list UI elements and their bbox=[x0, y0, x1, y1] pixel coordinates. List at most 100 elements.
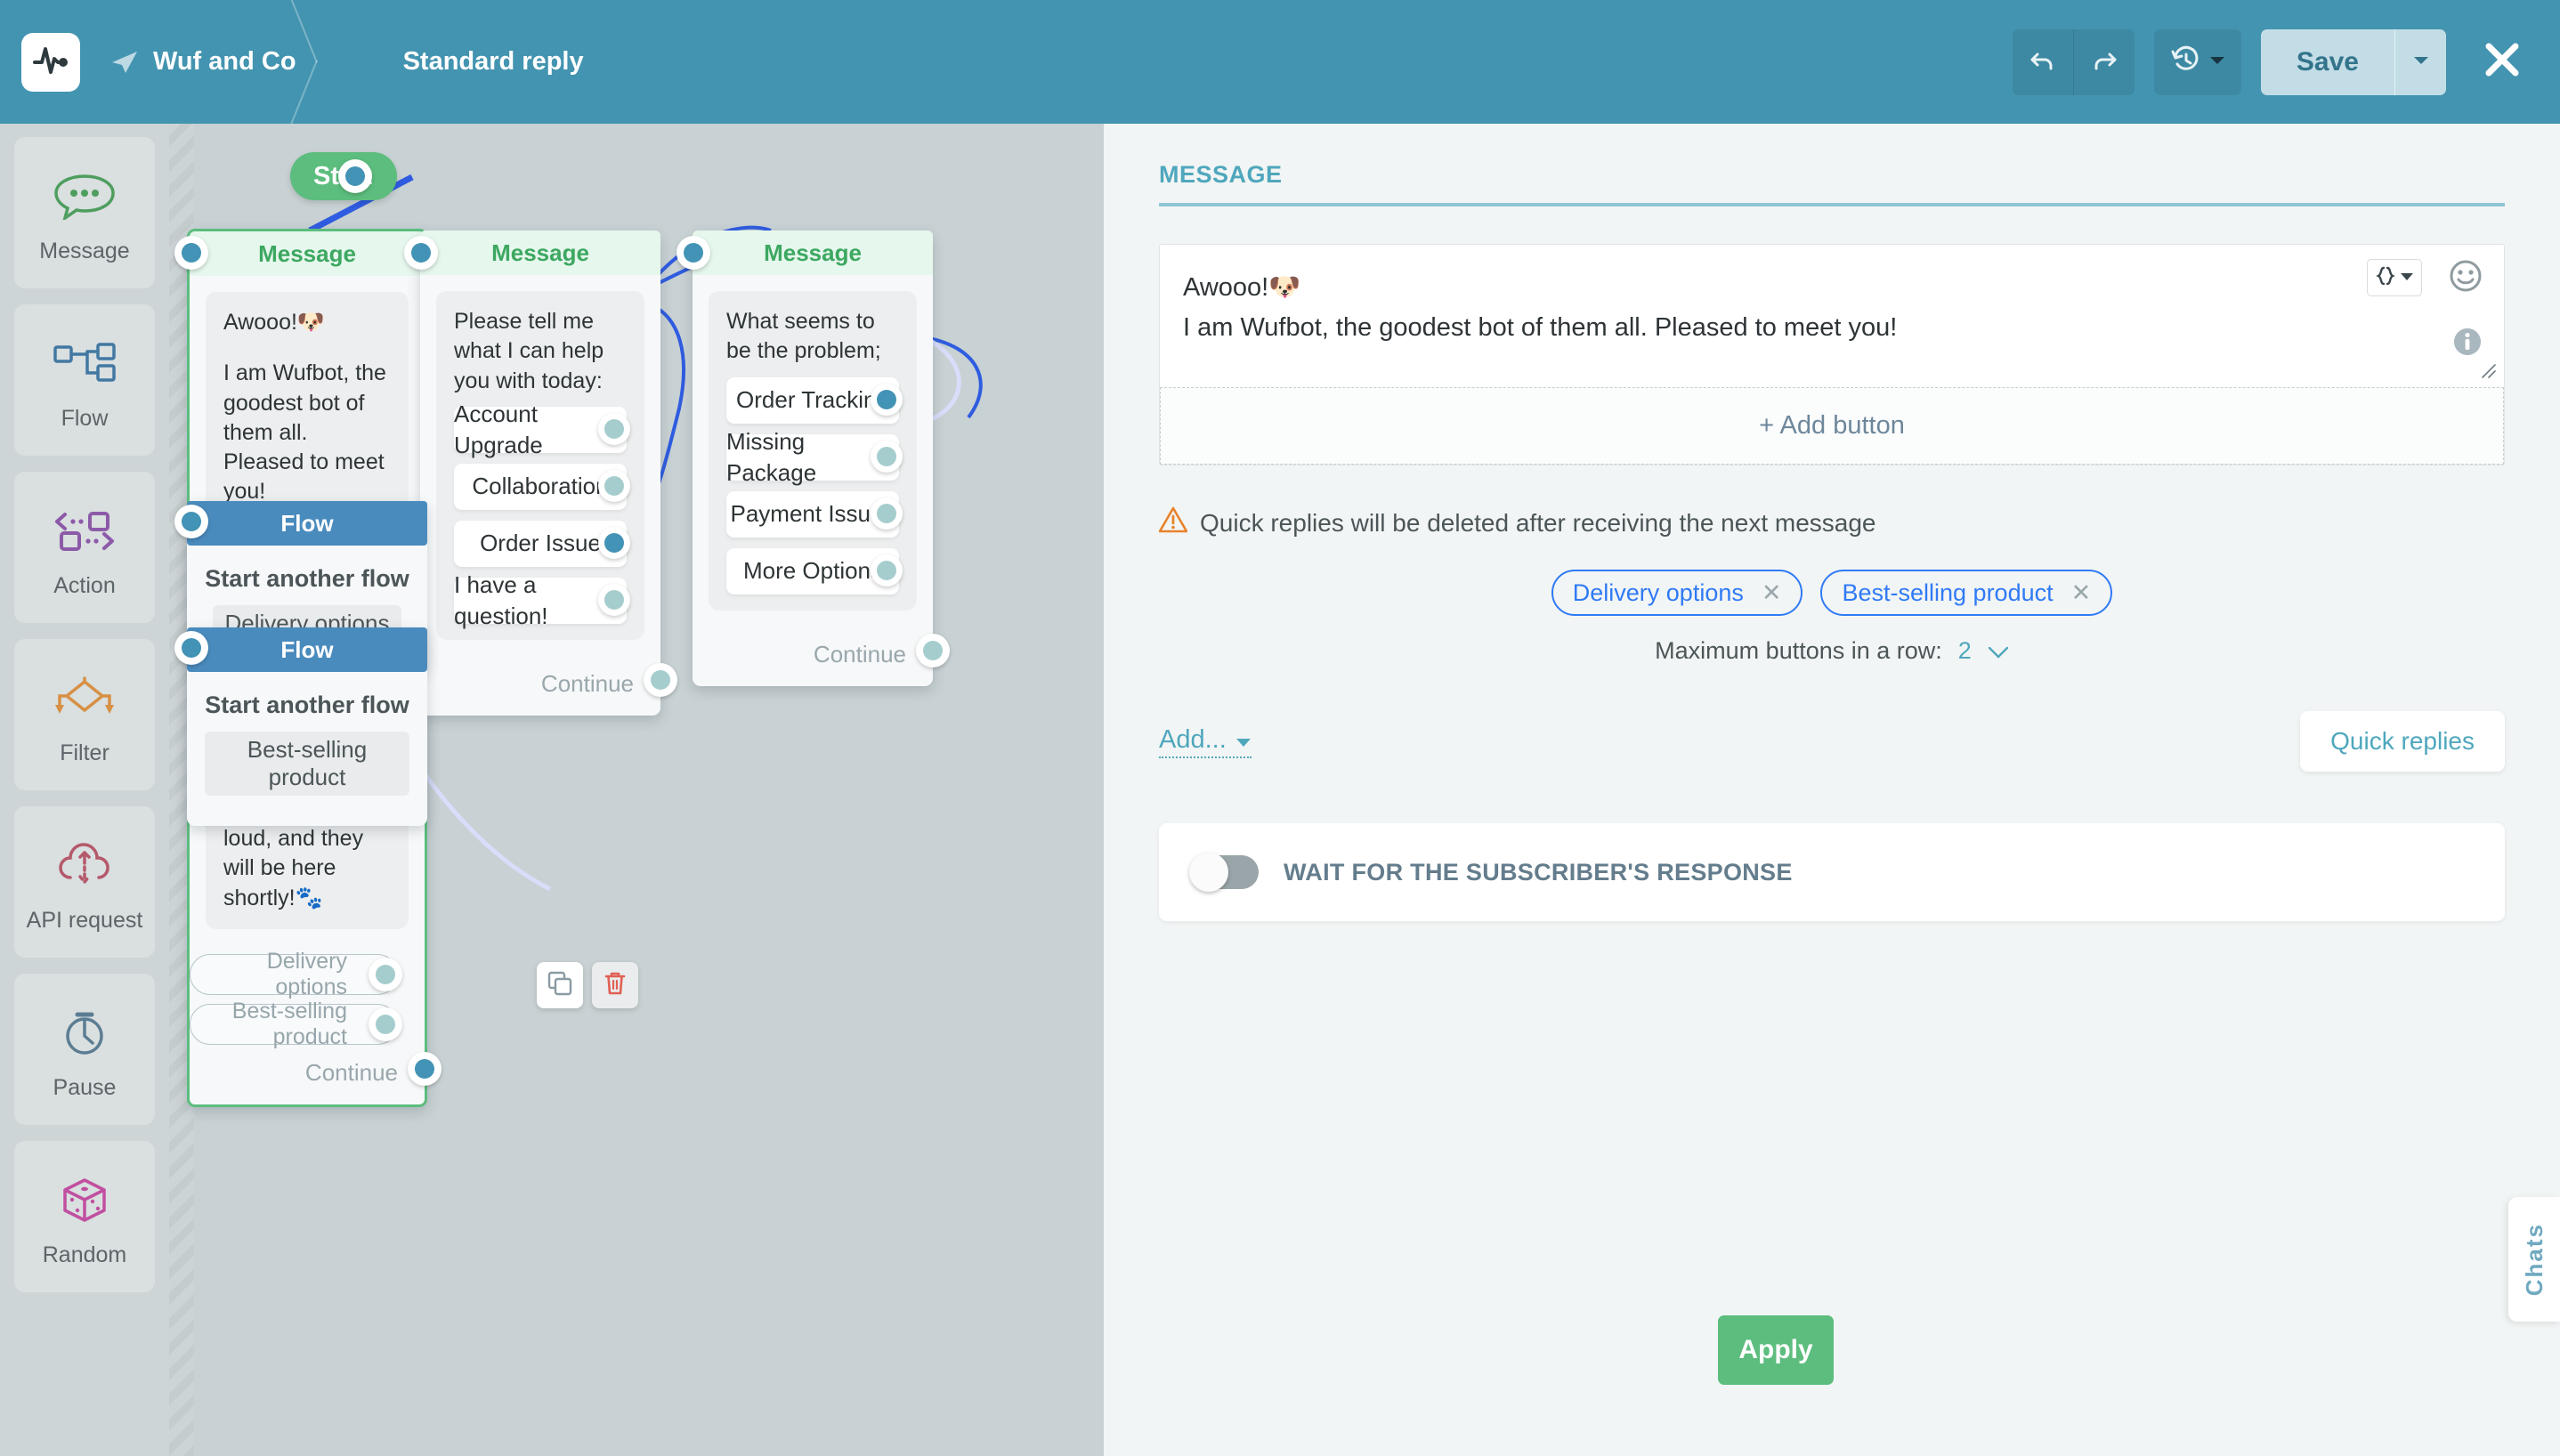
message-paragraph: Awooo!🐶 bbox=[223, 310, 326, 335]
flow-node-2-input-port[interactable] bbox=[174, 631, 208, 665]
x-icon[interactable]: ✕ bbox=[1762, 579, 1782, 607]
quick-replies-warning: Quick replies will be deleted after rece… bbox=[1158, 506, 2505, 539]
sidebar-item-action[interactable]: Action bbox=[14, 472, 155, 623]
choice-output-port[interactable] bbox=[598, 469, 630, 502]
sidebar-item-filter[interactable]: Filter bbox=[14, 639, 155, 790]
sidebar-item-message[interactable]: Message bbox=[14, 137, 155, 288]
message-node-2-input-port[interactable] bbox=[404, 236, 438, 270]
sidebar-item-api-request[interactable]: API request bbox=[14, 806, 155, 958]
flow-node-body: Start another flow Best-selling product bbox=[187, 672, 427, 826]
choice-button[interactable]: Order Tracking bbox=[726, 376, 903, 424]
copy-node-button[interactable] bbox=[537, 962, 583, 1008]
app-logo[interactable] bbox=[21, 32, 80, 92]
node-continue-row: Continue bbox=[420, 656, 677, 716]
max-buttons-value[interactable]: 2 bbox=[1958, 637, 1972, 665]
choice-button[interactable]: Account Upgrade bbox=[454, 400, 630, 458]
apply-button[interactable]: Apply bbox=[1718, 1315, 1834, 1385]
resize-grip-icon[interactable] bbox=[2479, 361, 2497, 384]
add-button[interactable]: + Add button bbox=[1160, 387, 2504, 465]
message-paragraph: I am Wufbot, the goodest bot of them all… bbox=[223, 360, 386, 505]
sidebar-item-label: Filter bbox=[60, 740, 109, 765]
save-dropdown-button[interactable] bbox=[2394, 28, 2446, 95]
breadcrumb-flow: Standard reply bbox=[403, 47, 584, 77]
message-node-3[interactable]: Message What seems to be the problem; Or… bbox=[693, 231, 950, 686]
flow-node-1-input-port[interactable] bbox=[174, 505, 208, 538]
node-quick-reply-label: Best-selling product bbox=[231, 998, 347, 1049]
delete-node-button[interactable] bbox=[592, 962, 638, 1008]
sidebar-item-pause[interactable]: Pause bbox=[14, 974, 155, 1125]
info-circle-icon bbox=[2452, 328, 2483, 360]
message-node-3-input-port[interactable] bbox=[676, 236, 710, 270]
undo-icon bbox=[2028, 44, 2058, 79]
choice-output-port[interactable] bbox=[871, 440, 903, 473]
choice-label: Order Tracking bbox=[736, 386, 889, 414]
panel-section-rule bbox=[1159, 203, 2505, 206]
emoji-picker-button[interactable] bbox=[2449, 259, 2483, 297]
breadcrumb: Wuf and Co Standard reply bbox=[110, 0, 584, 124]
flow-tree-icon bbox=[51, 329, 118, 397]
choice-output-port[interactable] bbox=[871, 383, 903, 416]
add-dropdown-button[interactable]: Add... bbox=[1159, 725, 1252, 758]
close-x-icon bbox=[2483, 41, 2521, 83]
sidebar-item-random[interactable]: Random bbox=[14, 1141, 155, 1292]
message-textarea[interactable]: Awooo!🐶 I am Wufbot, the goodest bot of … bbox=[1183, 268, 2370, 348]
quick-reply-chip-row: Delivery options ✕ Best-selling product … bbox=[1159, 570, 2505, 616]
top-bar-actions: Save bbox=[2012, 28, 2533, 95]
redo-button[interactable] bbox=[2073, 28, 2135, 95]
panel-section-title: MESSAGE bbox=[1159, 161, 1283, 188]
chat-bubble-icon bbox=[51, 162, 118, 230]
sidebar-item-label: Flow bbox=[61, 405, 109, 431]
node-quick-reply[interactable]: Best-selling product bbox=[190, 999, 402, 1049]
quick-reply-chip-label: Delivery options bbox=[1572, 578, 1744, 606]
choice-output-port[interactable] bbox=[598, 526, 630, 559]
chats-tab[interactable]: Chats bbox=[2508, 1197, 2560, 1322]
warning-triangle-icon bbox=[1158, 506, 1188, 539]
choice-button[interactable]: Collaboration bbox=[454, 463, 630, 510]
continue-output-port[interactable] bbox=[916, 633, 950, 667]
action-arrows-icon bbox=[51, 497, 118, 564]
add-dropdown-label: Add... bbox=[1159, 724, 1227, 754]
start-output-port[interactable] bbox=[338, 159, 372, 193]
choice-button[interactable]: More Options bbox=[726, 547, 903, 595]
save-button[interactable]: Save bbox=[2260, 28, 2394, 95]
close-button[interactable] bbox=[2471, 31, 2533, 93]
message-info-button[interactable] bbox=[2452, 327, 2483, 361]
quick-reply-output-port[interactable] bbox=[369, 957, 402, 991]
breadcrumb-account[interactable]: Wuf and Co bbox=[110, 47, 296, 77]
x-icon[interactable]: ✕ bbox=[2071, 579, 2092, 607]
choice-output-port[interactable] bbox=[598, 412, 630, 445]
chevron-down-icon[interactable] bbox=[1988, 637, 2009, 665]
choice-button[interactable]: Order Issue bbox=[454, 520, 630, 567]
flow-canvas[interactable]: Start Message Awooo!🐶 I am Wufbot, the g… bbox=[169, 124, 1104, 1456]
quick-replies-warning-text: Quick replies will be deleted after rece… bbox=[1200, 508, 1876, 537]
node-quick-reply[interactable]: Delivery options bbox=[190, 949, 402, 999]
node-quick-reply-label: Delivery options bbox=[266, 948, 347, 999]
flow-node-chip[interactable]: Best-selling product bbox=[205, 732, 409, 796]
node-header: Flow bbox=[187, 501, 427, 546]
node-continue-row: Continue bbox=[693, 627, 950, 686]
history-button[interactable] bbox=[2153, 28, 2241, 95]
message-node-1-input-port[interactable] bbox=[174, 236, 208, 270]
choice-button[interactable]: I have a question! bbox=[454, 571, 630, 629]
choice-button[interactable]: Missing Package bbox=[726, 428, 903, 486]
quick-reply-output-port[interactable] bbox=[369, 1007, 402, 1041]
continue-output-port[interactable] bbox=[644, 662, 677, 697]
flow-node-2[interactable]: Flow Start another flow Best-selling pro… bbox=[187, 627, 427, 826]
message-node-2[interactable]: Message Please tell me what I can help y… bbox=[420, 231, 677, 716]
merge-field-button[interactable] bbox=[2367, 259, 2422, 296]
undo-button[interactable] bbox=[2012, 28, 2073, 95]
choice-output-port[interactable] bbox=[871, 497, 903, 530]
choice-output-port[interactable] bbox=[871, 554, 903, 586]
quick-reply-chip[interactable]: Best-selling product ✕ bbox=[1820, 570, 2113, 616]
quick-replies-button[interactable]: Quick replies bbox=[2300, 711, 2505, 772]
quick-reply-chip[interactable]: Delivery options ✕ bbox=[1551, 570, 1803, 616]
continue-output-port[interactable] bbox=[408, 1051, 442, 1086]
wait-for-response-toggle[interactable] bbox=[1189, 853, 1259, 892]
choice-output-port[interactable] bbox=[598, 583, 630, 616]
chats-tab-label: Chats bbox=[2520, 1222, 2548, 1297]
max-buttons-row: Maximum buttons in a row: 2 bbox=[1159, 637, 2505, 665]
chevron-down-icon bbox=[2413, 54, 2429, 70]
message-textarea-wrap[interactable]: Awooo!🐶 I am Wufbot, the goodest bot of … bbox=[1160, 245, 2504, 387]
choice-button[interactable]: Payment Issues bbox=[726, 490, 903, 538]
sidebar-item-flow[interactable]: Flow bbox=[14, 304, 155, 456]
